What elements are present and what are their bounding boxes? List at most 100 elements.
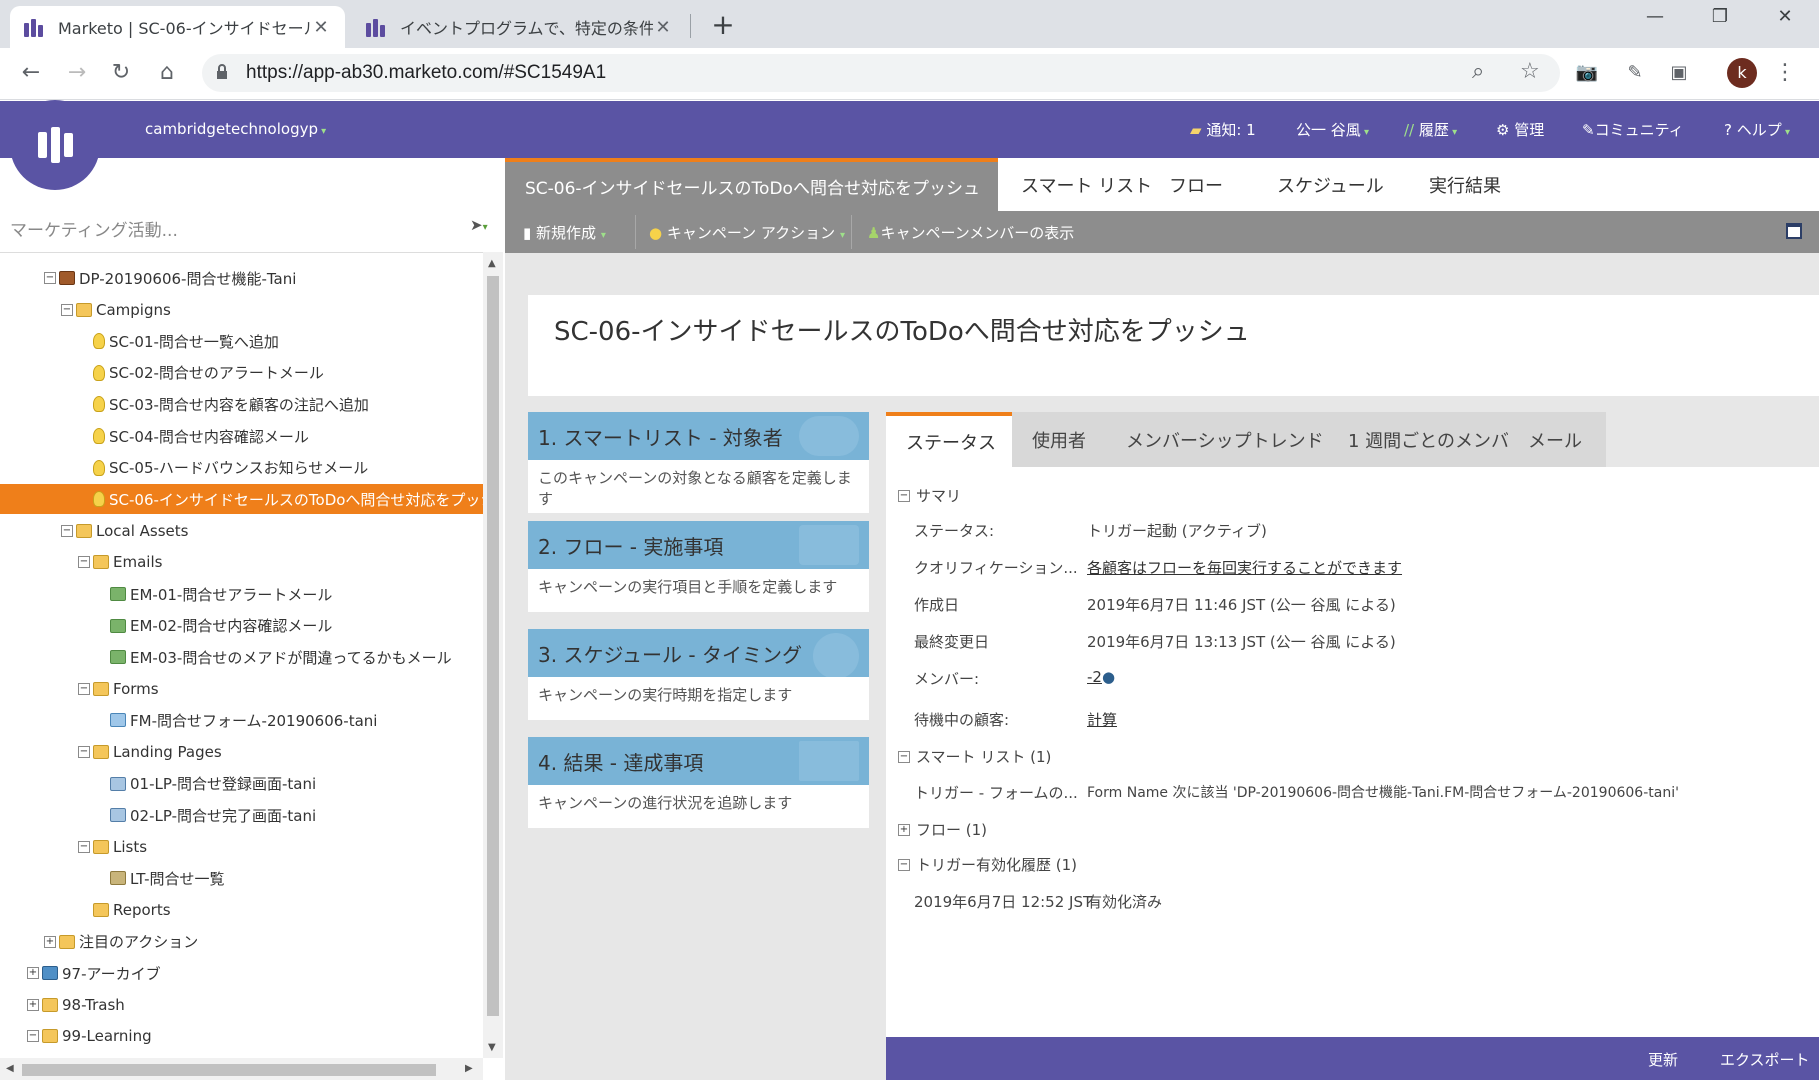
tree-item[interactable]: − 99-Learning	[0, 1021, 483, 1051]
flow-section[interactable]: + フロー (1)	[898, 819, 987, 840]
cast-icon[interactable]: ▣	[1664, 58, 1694, 88]
profile-avatar[interactable]: k	[1727, 58, 1757, 88]
bookmark-star-icon[interactable]: ☆	[1520, 59, 1540, 84]
search-filter-icon[interactable]: ➤▾	[470, 216, 488, 234]
tree-item[interactable]: SC-05-ハードバウンスお知らせメール	[0, 453, 483, 483]
minimize-icon[interactable]: —	[1640, 6, 1670, 27]
extension-icon[interactable]: ✎	[1620, 58, 1650, 88]
tree-item[interactable]: 02-LP-問合せ完了画面-tani	[0, 800, 483, 830]
scroll-up-icon[interactable]: ▲	[488, 258, 496, 269]
notifications-link[interactable]: ▰ 通知: 1	[1190, 119, 1256, 140]
address-bar[interactable]: https://app-ab30.marketo.com/#SC1549A1 ⌕…	[202, 54, 1560, 92]
help-menu[interactable]: ? ヘルプ ▾	[1724, 119, 1790, 140]
view-members-button[interactable]: ♟キャンペーンメンバーの表示	[867, 222, 1074, 243]
collapse-icon[interactable]: −	[78, 840, 90, 853]
tree-item[interactable]: EM-03-問合せのメアドが間違ってるかもメール	[0, 642, 483, 672]
scroll-thumb[interactable]	[487, 276, 499, 1016]
members-value[interactable]: -2●	[1087, 668, 1115, 686]
close-tab-icon[interactable]: ✕	[311, 17, 331, 38]
tree-item[interactable]: +98-Trash	[0, 990, 483, 1020]
tree-item[interactable]: − Emails	[0, 547, 483, 577]
members-link[interactable]: -2	[1087, 668, 1102, 686]
tree-item[interactable]: SC-03-問合せ内容を顧客の注記へ追加	[0, 389, 483, 419]
browser-tab-marketo[interactable]: Marketo | SC-06-インサイドセールスの ✕	[10, 6, 345, 48]
close-window-icon[interactable]: ✕	[1770, 6, 1800, 27]
trigger-history-section[interactable]: − トリガー有効化履歴 (1)	[898, 854, 1077, 875]
scroll-right-icon[interactable]: ▶	[465, 1063, 473, 1074]
forward-icon[interactable]: →	[62, 58, 92, 88]
flow-card[interactable]: 2. フロー - 実施事項 キャンペーンの実行項目と手順を定義します	[528, 521, 869, 612]
tree-item[interactable]: SC-01-問合せ一覧へ追加	[0, 326, 483, 356]
results-card[interactable]: 4. 結果 - 達成事項 キャンペーンの進行状況を追跡します	[528, 737, 869, 828]
tree-search-input[interactable]: マーケティング活動...	[10, 216, 178, 241]
tree-item[interactable]: EM-01-問合せアラートメール	[0, 579, 483, 609]
tree-item[interactable]: SC-02-問合せのアラートメール	[0, 358, 483, 388]
browser-tab-event[interactable]: イベントプログラムで、特定の条件の人 ✕	[352, 6, 687, 48]
tree-item[interactable]: − Lists	[0, 832, 483, 862]
expand-icon[interactable]: +	[27, 998, 39, 1011]
tab-email[interactable]: メール	[1508, 412, 1606, 467]
collapse-icon[interactable]: −	[898, 750, 910, 763]
tree-item[interactable]: FM-問合せフォーム-20190606-tani	[0, 705, 483, 735]
tree-item[interactable]: − Local Assets	[0, 516, 483, 546]
tab-membership-trend[interactable]: メンバーシップトレンド	[1106, 412, 1328, 467]
export-button[interactable]: エクスポート	[1720, 1049, 1810, 1070]
tab-campaign-summary[interactable]: SC-06-インサイドセールスのToDoへ問合せ対応をプッシュ	[505, 158, 998, 211]
tree-item[interactable]: LT-問合せ一覧	[0, 863, 483, 893]
tree-item[interactable]: − DP-20190606-問合せ機能-Tani	[0, 263, 483, 293]
scroll-down-icon[interactable]: ▼	[488, 1042, 496, 1053]
smart-list-card[interactable]: 1. スマートリスト - 対象者 このキャンペーンの対象となる顧客を定義します	[528, 412, 869, 513]
new-button[interactable]: ▮ 新規作成 ▾	[523, 222, 606, 243]
tree-item[interactable]: + 注目のアクション	[0, 927, 483, 957]
new-tab-icon[interactable]: +	[710, 8, 736, 41]
summary-section[interactable]: − サマリ	[898, 485, 961, 506]
tree-item[interactable]: +97-アーカイブ	[0, 958, 483, 988]
tree-item[interactable]: Reports	[0, 895, 483, 925]
tab-weekly-members[interactable]: 1 週間ごとのメンバー	[1328, 412, 1527, 467]
collapse-icon[interactable]: −	[61, 524, 73, 537]
expand-icon[interactable]: +	[898, 823, 910, 836]
smartlist-section[interactable]: − スマート リスト (1)	[898, 746, 1051, 767]
tree-item[interactable]: SC-04-問合せ内容確認メール	[0, 421, 483, 451]
expand-icon[interactable]: +	[27, 967, 39, 980]
window-maximize-icon[interactable]	[1786, 223, 1802, 239]
tree-vertical-scrollbar[interactable]: ▲ ▼	[483, 252, 503, 1058]
tab-status[interactable]: ステータス	[886, 412, 1012, 467]
home-icon[interactable]: ⌂	[152, 58, 182, 88]
collapse-icon[interactable]: −	[78, 682, 90, 695]
tree-horizontal-scrollbar[interactable]: ◀ ▶	[0, 1058, 483, 1080]
calculate-link[interactable]: 計算	[1087, 709, 1117, 730]
restore-icon[interactable]: ❐	[1705, 6, 1735, 27]
tree-item[interactable]: SC-06-インサイドセールスのToDoへ問合せ対応をプッシュ	[0, 484, 483, 515]
tree-item[interactable]: − Forms	[0, 674, 483, 704]
refresh-button[interactable]: 更新	[1648, 1049, 1678, 1070]
close-tab-icon[interactable]: ✕	[653, 17, 673, 38]
tree-item[interactable]: 01-LP-問合せ登録画面-tani	[0, 769, 483, 799]
community-link[interactable]: ✎コミュニティ	[1582, 119, 1684, 140]
schedule-card[interactable]: 3. スケジュール - タイミング キャンペーンの実行時期を指定します	[528, 629, 869, 720]
collapse-icon[interactable]: −	[898, 858, 910, 871]
camera-icon[interactable]: 📷	[1572, 58, 1602, 88]
scroll-thumb[interactable]	[22, 1064, 436, 1076]
tree-item[interactable]: − Campigns	[0, 295, 483, 325]
collapse-icon[interactable]: −	[27, 1030, 39, 1043]
expand-icon[interactable]: +	[44, 935, 56, 948]
tab-results[interactable]: 実行結果	[1407, 158, 1523, 211]
zoom-icon[interactable]: ⌕	[1472, 59, 1484, 84]
admin-link[interactable]: ⚙ 管理	[1496, 119, 1544, 140]
history-menu[interactable]: // 履歴 ▾	[1404, 119, 1457, 140]
collapse-icon[interactable]: −	[44, 272, 56, 284]
collapse-icon[interactable]: −	[78, 556, 90, 569]
tree-item[interactable]: − Landing Pages	[0, 737, 483, 767]
tab-flow[interactable]: フロー	[1147, 158, 1245, 211]
collapse-icon[interactable]: −	[78, 746, 90, 758]
collapse-icon[interactable]: −	[898, 489, 910, 502]
scroll-left-icon[interactable]: ◀	[6, 1063, 14, 1074]
reload-icon[interactable]: ↻	[106, 58, 136, 88]
tab-schedule[interactable]: スケジュール	[1255, 158, 1406, 211]
qualification-link[interactable]: 各顧客はフローを毎回実行することができます	[1087, 557, 1402, 578]
back-icon[interactable]: ←	[16, 58, 46, 88]
tree-item[interactable]: EM-02-問合せ内容確認メール	[0, 611, 483, 641]
tab-used-by[interactable]: 使用者	[1012, 412, 1106, 467]
subscription-name[interactable]: cambridgetechnologyp ▾	[145, 120, 326, 138]
